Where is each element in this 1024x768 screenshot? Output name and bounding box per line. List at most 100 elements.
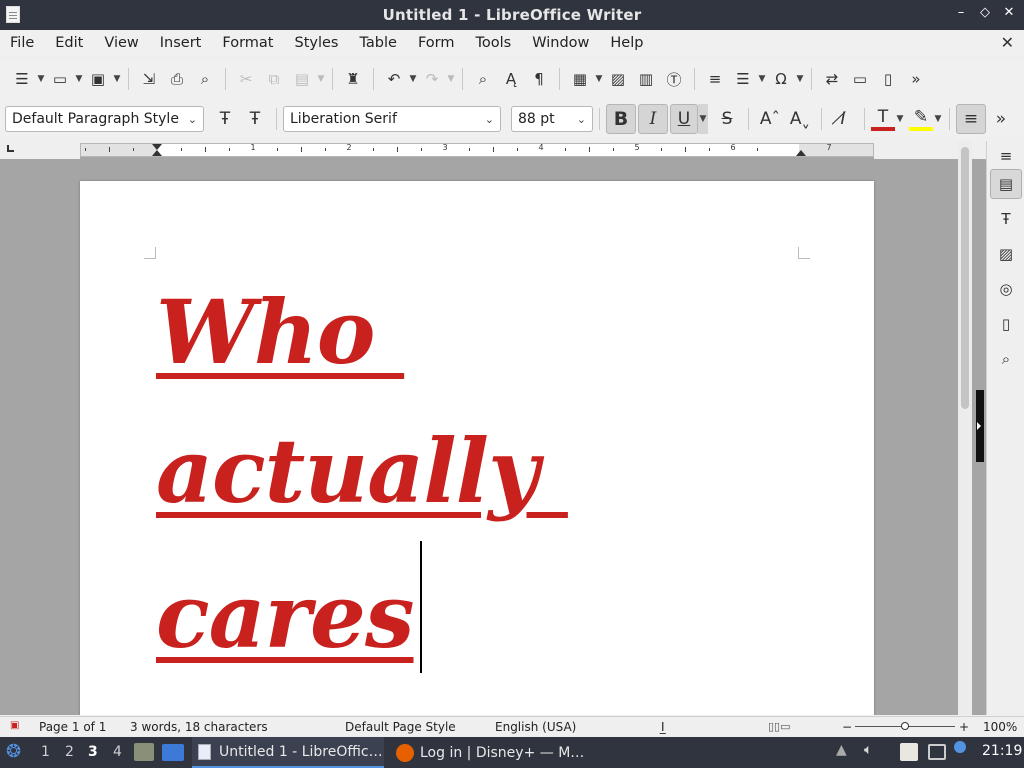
insert-table-icon[interactable]: ▦ [566, 65, 594, 93]
right-indent-icon[interactable] [796, 150, 806, 156]
menu-format[interactable]: Format [222, 35, 273, 51]
new-document-icon[interactable]: ☰ [8, 65, 36, 93]
undo-dropdown-icon[interactable]: ▼ [408, 74, 418, 84]
text-line[interactable]: Who [156, 263, 796, 402]
zoom-slider-knob[interactable] [901, 722, 909, 730]
cut-icon[interactable]: ✂ [232, 65, 260, 93]
navigator-icon[interactable]: ◎ [990, 274, 1022, 304]
menu-edit[interactable]: Edit [55, 35, 83, 51]
task-firefox[interactable]: Log in | Disney+ — M… [390, 737, 590, 768]
hyperlink-icon[interactable]: ⇄ [818, 65, 846, 93]
gallery-icon[interactable]: ▨ [990, 239, 1022, 269]
menu-insert[interactable]: Insert [160, 35, 202, 51]
align-left-icon[interactable]: ≡ [956, 104, 986, 134]
special-character-icon[interactable]: Ω [767, 65, 795, 93]
style-inspector-icon[interactable]: ⌕ [990, 344, 1022, 374]
menu-table[interactable]: Table [359, 35, 397, 51]
insert-textbox-icon[interactable]: Ⓣ [660, 65, 688, 93]
highlight-color-icon[interactable]: ✎ [909, 107, 933, 131]
menu-window[interactable]: Window [532, 35, 589, 51]
maximize-button[interactable]: ◇ [978, 5, 992, 20]
highlight-dropdown-icon[interactable]: ▼ [933, 114, 943, 124]
formatting-marks-icon[interactable]: ¶ [525, 65, 553, 93]
clone-formatting-icon[interactable]: ♜ [339, 65, 367, 93]
undo-icon[interactable]: ↶ [380, 65, 408, 93]
redo-icon[interactable]: ↷ [418, 65, 446, 93]
save-icon[interactable]: ▣ [84, 65, 112, 93]
save-dropdown-icon[interactable]: ▼ [112, 74, 122, 84]
menu-view[interactable]: View [104, 35, 138, 51]
text-line[interactable]: actually [156, 402, 796, 541]
zoom-in-button[interactable]: + [959, 720, 969, 734]
zoom-out-button[interactable]: − [842, 720, 852, 734]
footnote-icon[interactable]: ▭ [846, 65, 874, 93]
underline-dropdown-icon[interactable]: ▼ [698, 104, 708, 134]
menu-help[interactable]: Help [610, 35, 643, 51]
spelling-icon[interactable]: Ą [497, 65, 525, 93]
sidebar-menu-icon[interactable]: ≡ [990, 141, 1022, 171]
insert-image-icon[interactable]: ▨ [604, 65, 632, 93]
new-style-icon[interactable]: Ŧ [240, 104, 270, 134]
menu-tools[interactable]: Tools [476, 35, 512, 51]
desktop-icon[interactable] [162, 744, 184, 761]
page-break-icon[interactable]: ≡ [701, 65, 729, 93]
paste-dropdown-icon[interactable]: ▼ [316, 74, 326, 84]
bold-button[interactable]: B [606, 104, 636, 134]
insert-mode-icon[interactable]: I̲ [661, 720, 665, 734]
document-modified-icon[interactable]: ▣ [10, 720, 19, 731]
text-language[interactable]: English (USA) [495, 720, 576, 734]
print-preview-icon[interactable]: ⌕ [191, 65, 219, 93]
superscript-icon[interactable]: Aˆ [755, 104, 785, 134]
italic-button[interactable]: I [638, 104, 668, 134]
open-dropdown-icon[interactable]: ▼ [74, 74, 84, 84]
find-replace-icon[interactable]: ⌕ [469, 65, 497, 93]
comment-icon[interactable]: ▯ [874, 65, 902, 93]
horizontal-ruler[interactable]: 1 2 3 4 5 6 7 [80, 143, 874, 157]
page-icon[interactable]: ▯ [990, 309, 1022, 339]
font-size-select[interactable]: 88 pt ⌄ [511, 106, 593, 132]
word-count[interactable]: 3 words, 18 characters [130, 720, 268, 734]
volume-icon[interactable]: 🔈︎ [864, 742, 872, 758]
font-name-select[interactable]: Liberation Serif ⌄ [283, 106, 501, 132]
redo-dropdown-icon[interactable]: ▼ [446, 74, 456, 84]
export-pdf-icon[interactable]: ⇲ [135, 65, 163, 93]
network-icon[interactable] [928, 744, 946, 760]
insert-field-icon[interactable]: ☰ [729, 65, 757, 93]
font-color-dropdown-icon[interactable]: ▼ [895, 114, 905, 124]
underline-button[interactable]: U [670, 104, 698, 134]
styles-icon[interactable]: Ŧ [990, 204, 1022, 234]
scrollbar-thumb[interactable] [961, 147, 969, 409]
open-folder-icon[interactable]: ▭ [46, 65, 74, 93]
workspace-1[interactable]: 1 [41, 744, 50, 760]
menu-styles[interactable]: Styles [294, 35, 338, 51]
new-dropdown-icon[interactable]: ▼ [36, 74, 46, 84]
view-layout-icon[interactable]: ▯▯▭ [768, 720, 791, 733]
paragraph-style-select[interactable]: Default Paragraph Style ⌄ [5, 106, 204, 132]
notification-icon[interactable] [954, 741, 966, 753]
menu-form[interactable]: Form [418, 35, 455, 51]
page-style[interactable]: Default Page Style [345, 720, 456, 734]
update-style-icon[interactable]: Ŧ [210, 104, 240, 134]
strikethrough-button[interactable]: S [712, 104, 742, 134]
close-button[interactable]: ✕ [1002, 5, 1016, 20]
workspace-3[interactable]: 3 [88, 744, 98, 760]
clock[interactable]: 21:19 [982, 743, 1022, 759]
more-options-icon[interactable]: » [986, 104, 1016, 134]
workspace-2[interactable]: 2 [65, 744, 74, 760]
tab-stop-selector[interactable] [0, 141, 80, 159]
special-character-dropdown-icon[interactable]: ▼ [795, 74, 805, 84]
menu-file[interactable]: File [10, 35, 34, 51]
sidebar-toggle-handle[interactable] [976, 390, 984, 462]
insert-chart-icon[interactable]: ▥ [632, 65, 660, 93]
properties-icon[interactable]: ▤ [990, 169, 1022, 199]
field-dropdown-icon[interactable]: ▼ [757, 74, 767, 84]
clear-formatting-icon[interactable]: I̸ [828, 104, 858, 134]
workspace-4[interactable]: 4 [113, 744, 122, 760]
document-text[interactable]: Who actually cares [156, 263, 796, 686]
minimize-button[interactable]: – [954, 5, 968, 20]
zoom-slider[interactable] [855, 722, 955, 730]
more-options-icon[interactable]: » [902, 65, 930, 93]
start-menu-icon[interactable]: ❂ [6, 741, 21, 762]
file-manager-icon[interactable] [134, 743, 154, 761]
tray-updates-icon[interactable]: ▲ [836, 742, 847, 758]
